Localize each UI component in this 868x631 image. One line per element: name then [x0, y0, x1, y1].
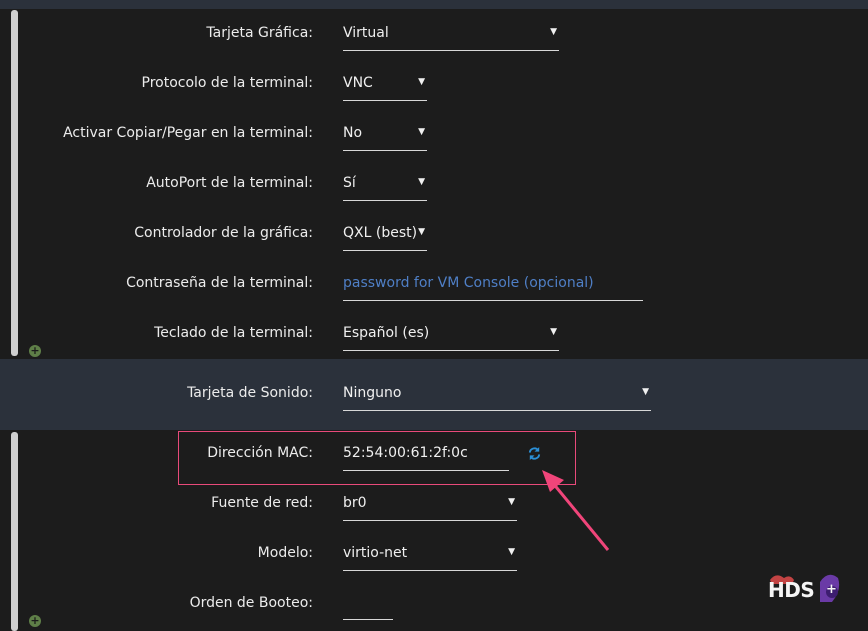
caret-down-icon: ▼ [508, 497, 515, 507]
terminal-protocol-select[interactable]: VNC ▼ [343, 75, 427, 101]
graphics-card-select[interactable]: Virtual ▼ [343, 25, 559, 51]
network-model-value: virtio-net [343, 545, 408, 561]
terminal-protocol-label: Protocolo de la terminal: [141, 75, 314, 91]
caret-down-icon: ▼ [418, 227, 425, 237]
top-panel-edge [0, 0, 868, 9]
clipboard-value: No [343, 125, 363, 141]
caret-down-icon: ▼ [418, 127, 425, 137]
graphics-section-bar [11, 10, 18, 356]
hds-logo: HDS + [768, 572, 840, 606]
graphics-driver-label: Controlador de la gráfica: [134, 225, 313, 241]
network-source-value: br0 [343, 495, 367, 511]
autoport-select[interactable]: Sí ▼ [343, 175, 427, 201]
terminal-password-label: Contraseña de la terminal: [126, 275, 313, 291]
graphics-driver-value: QXL (best) [343, 225, 418, 241]
mac-address-input[interactable]: 52:54:00:61:2f:0c [343, 445, 509, 471]
logo-text: HDS [768, 578, 815, 602]
network-model-label: Modelo: [257, 545, 313, 561]
caret-down-icon: ▼ [550, 27, 557, 37]
caret-down-icon: ▼ [550, 327, 557, 337]
graphics-driver-select[interactable]: QXL (best) ▼ [343, 225, 427, 251]
terminal-password-input[interactable]: password for VM Console (opcional) [343, 275, 643, 301]
refresh-icon[interactable] [527, 446, 542, 461]
autoport-label: AutoPort de la terminal: [146, 175, 313, 191]
clipboard-label: Activar Copiar/Pegar en la terminal: [63, 125, 313, 141]
keyboard-label: Teclado de la terminal: [154, 325, 313, 341]
sound-card-label: Tarjeta de Sonido: [187, 385, 313, 401]
caret-down-icon: ▼ [418, 177, 425, 187]
graphics-card-label: Tarjeta Gráfica: [206, 25, 313, 41]
graphics-section [0, 9, 868, 359]
boot-order-input[interactable] [343, 594, 393, 620]
network-model-select[interactable]: virtio-net ▼ [343, 545, 517, 571]
network-section-bar [11, 432, 18, 631]
caret-down-icon: ▼ [418, 77, 425, 87]
network-source-select[interactable]: br0 ▼ [343, 495, 517, 521]
keyboard-value: Español (es) [343, 325, 430, 341]
annotation-arrow [542, 470, 610, 551]
add-network-icon[interactable]: + [29, 615, 41, 627]
keyboard-select[interactable]: Español (es) ▼ [343, 325, 559, 351]
add-graphics-icon[interactable]: + [29, 345, 41, 357]
sound-card-select[interactable]: Ninguno ▼ [343, 385, 651, 411]
caret-down-icon: ▼ [642, 387, 649, 397]
mac-address-label: Dirección MAC: [207, 445, 313, 461]
network-source-label: Fuente de red: [211, 495, 313, 511]
graphics-card-value: Virtual [343, 25, 389, 41]
mac-address-value: 52:54:00:61:2f:0c [343, 445, 468, 461]
terminal-password-placeholder: password for VM Console (opcional) [343, 275, 594, 291]
logo-plus-icon: + [826, 582, 837, 597]
boot-order-label: Orden de Booteo: [189, 595, 313, 611]
sound-card-value: Ninguno [343, 385, 402, 401]
clipboard-select[interactable]: No ▼ [343, 125, 427, 151]
autoport-value: Sí [343, 175, 356, 191]
caret-down-icon: ▼ [508, 547, 515, 557]
terminal-protocol-value: VNC [343, 75, 373, 91]
